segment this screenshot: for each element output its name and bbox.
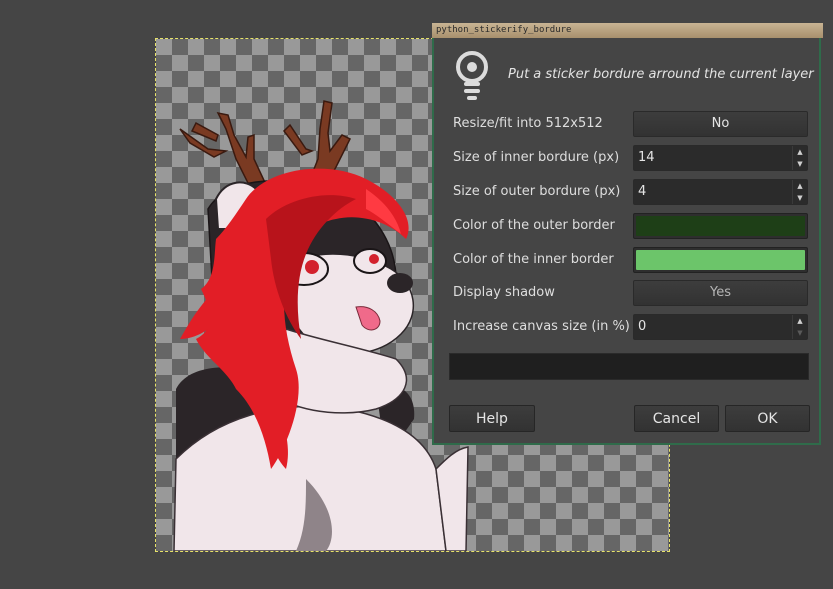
shadow-label: Display shadow xyxy=(453,285,555,300)
cancel-button[interactable]: Cancel xyxy=(634,405,719,432)
canvas-increase-label: Increase canvas size (in %) xyxy=(453,319,630,334)
help-button[interactable]: Help xyxy=(449,405,535,432)
inner-color-button[interactable] xyxy=(633,247,808,273)
canvas-increase-arrows: ▲ ▼ xyxy=(792,315,807,339)
lightbulb-icon xyxy=(456,51,488,100)
shadow-toggle-button[interactable]: Yes xyxy=(633,280,808,306)
outer-color-button[interactable] xyxy=(633,213,808,239)
ok-button[interactable]: OK xyxy=(725,405,810,432)
dialog-titlebar[interactable]: python_stickerify_bordure xyxy=(432,23,823,38)
outer-color-swatch xyxy=(636,216,805,236)
resize-toggle-button[interactable]: No xyxy=(633,111,808,137)
inner-color-swatch xyxy=(636,250,805,270)
stickerify-dialog: python_stickerify_bordure Put a sticker … xyxy=(432,23,823,445)
spin-up-icon[interactable]: ▲ xyxy=(793,180,807,192)
progress-bar xyxy=(449,353,809,380)
row-inner-size: Size of inner bordure (px) 14 ▲ ▼ xyxy=(453,145,808,171)
row-shadow: Display shadow Yes xyxy=(453,280,808,306)
outer-size-label: Size of outer bordure (px) xyxy=(453,184,621,199)
inner-size-arrows: ▲ ▼ xyxy=(792,146,807,170)
outer-size-spinner[interactable]: 4 ▲ ▼ xyxy=(633,179,808,205)
row-resize: Resize/fit into 512x512 No xyxy=(453,111,808,137)
spin-up-icon[interactable]: ▲ xyxy=(793,146,807,158)
inner-size-value[interactable]: 14 xyxy=(638,150,655,165)
inner-size-spinner[interactable]: 14 ▲ ▼ xyxy=(633,145,808,171)
outer-size-arrows: ▲ ▼ xyxy=(792,180,807,204)
row-outer-size: Size of outer bordure (px) 4 ▲ ▼ xyxy=(453,179,808,205)
spin-down-icon[interactable]: ▼ xyxy=(793,158,807,170)
row-outer-color: Color of the outer border xyxy=(453,213,808,239)
spin-up-icon[interactable]: ▲ xyxy=(793,315,807,327)
canvas-increase-spinner[interactable]: 0 ▲ ▼ xyxy=(633,314,808,340)
inner-color-label: Color of the inner border xyxy=(453,252,614,267)
resize-label: Resize/fit into 512x512 xyxy=(453,116,603,131)
outer-color-label: Color of the outer border xyxy=(453,218,615,233)
spin-down-icon: ▼ xyxy=(797,329,803,337)
inner-size-label: Size of inner bordure (px) xyxy=(453,150,620,165)
row-inner-color: Color of the inner border xyxy=(453,247,808,273)
canvas-increase-value[interactable]: 0 xyxy=(638,319,646,334)
spin-down-icon[interactable]: ▼ xyxy=(793,192,807,204)
row-canvas-increase: Increase canvas size (in %) 0 ▲ ▼ xyxy=(453,314,808,340)
outer-size-value[interactable]: 4 xyxy=(638,184,646,199)
dialog-description: Put a sticker bordure arround the curren… xyxy=(508,67,814,82)
